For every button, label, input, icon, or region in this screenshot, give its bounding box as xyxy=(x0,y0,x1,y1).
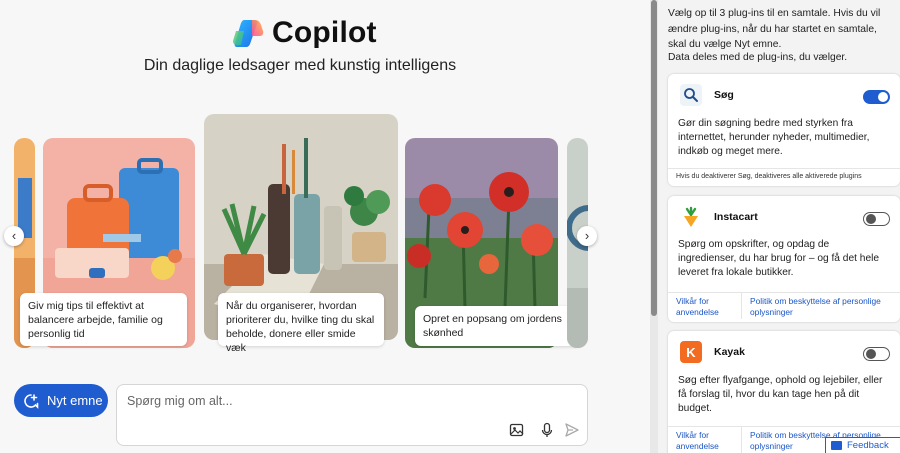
feedback-button[interactable]: Feedback xyxy=(825,437,900,453)
card-caption: Giv mig tips til effektivt at balancere … xyxy=(20,293,187,346)
kayak-logo-icon: K xyxy=(680,341,702,363)
chat-input[interactable]: Spørg mig om alt... xyxy=(116,384,588,446)
plugin-card-kayak: K Kayak Søg efter flyafgange, ophold og … xyxy=(668,331,900,453)
plugin-links: Vilkår for anvendelse Politik om beskytt… xyxy=(668,292,900,322)
terms-link[interactable]: Vilkår for anvendelse xyxy=(668,293,742,319)
carousel-next-button[interactable]: › xyxy=(577,226,597,246)
plugin-toggle-instacart[interactable] xyxy=(863,212,890,226)
plugin-header: Instacart xyxy=(680,206,758,228)
plugins-shared-note: Data deles med de plug-ins, du vælger. xyxy=(668,52,848,63)
microphone-icon[interactable] xyxy=(539,422,555,438)
terms-link[interactable]: Vilkår for anvendelse xyxy=(668,427,742,453)
plugin-toggle-search[interactable] xyxy=(863,90,890,104)
toggle-knob xyxy=(866,349,876,359)
chat-placeholder: Spørg mig om alt... xyxy=(127,394,233,408)
carrot-icon xyxy=(680,206,702,228)
plugin-name: Instacart xyxy=(714,211,758,223)
plugin-name: Kayak xyxy=(714,346,745,358)
tagline: Din daglige ledsager med kunstig intelli… xyxy=(143,57,457,74)
plugins-intro: Vælg op til 3 plug-ins til en samtale. H… xyxy=(668,8,881,50)
plugin-header: Søg xyxy=(680,84,734,106)
card-caption: Når du organiserer, hvordan prioriterer … xyxy=(218,293,384,354)
plugins-panel: Vælg op til 3 plug-ins til en samtale. H… xyxy=(658,0,900,453)
plugin-note: Hvis du deaktiverer Søg, deaktiveres all… xyxy=(668,168,900,184)
carousel-prev-button[interactable]: ‹ xyxy=(4,226,24,246)
new-topic-button[interactable]: Nyt emne xyxy=(14,384,108,417)
privacy-link[interactable]: Politik om beskyttelse af personlige opl… xyxy=(742,293,900,322)
main-scrollbar-thumb[interactable] xyxy=(651,0,657,316)
image-upload-icon[interactable] xyxy=(509,422,525,438)
plugin-description: Spørg om opskrifter, og opdag de ingredi… xyxy=(678,239,880,279)
plugin-header: K Kayak xyxy=(680,341,745,363)
new-topic-label: Nyt emne xyxy=(47,393,103,408)
plugin-card-instacart: Instacart Spørg om opskrifter, og opdag … xyxy=(668,196,900,322)
search-icon xyxy=(680,84,702,106)
chevron-right-icon: › xyxy=(584,228,590,243)
feedback-label: Feedback xyxy=(847,440,889,451)
new-chat-icon xyxy=(24,393,39,409)
toggle-knob xyxy=(878,92,888,102)
brand: Copilot xyxy=(232,16,377,50)
send-icon[interactable] xyxy=(564,422,580,438)
copilot-logo-icon xyxy=(233,20,264,47)
plugin-toggle-kayak[interactable] xyxy=(863,347,890,361)
card-caption: Opret en popsang om jordens skønhed xyxy=(415,306,582,346)
feedback-icon xyxy=(831,441,842,450)
brand-name: Copilot xyxy=(272,16,377,49)
plugin-card-search: Søg Gør din søgning bedre med styrken fr… xyxy=(668,74,900,186)
plugin-description: Gør din søgning bedre med styrken fra in… xyxy=(678,118,870,158)
main-area: Copilot Din daglige ledsager med kunstig… xyxy=(0,0,650,453)
plugin-name: Søg xyxy=(714,89,734,101)
toggle-knob xyxy=(866,214,876,224)
chevron-left-icon: ‹ xyxy=(11,228,17,243)
plugin-description: Søg efter flyafgange, ophold og lejebile… xyxy=(678,375,883,415)
